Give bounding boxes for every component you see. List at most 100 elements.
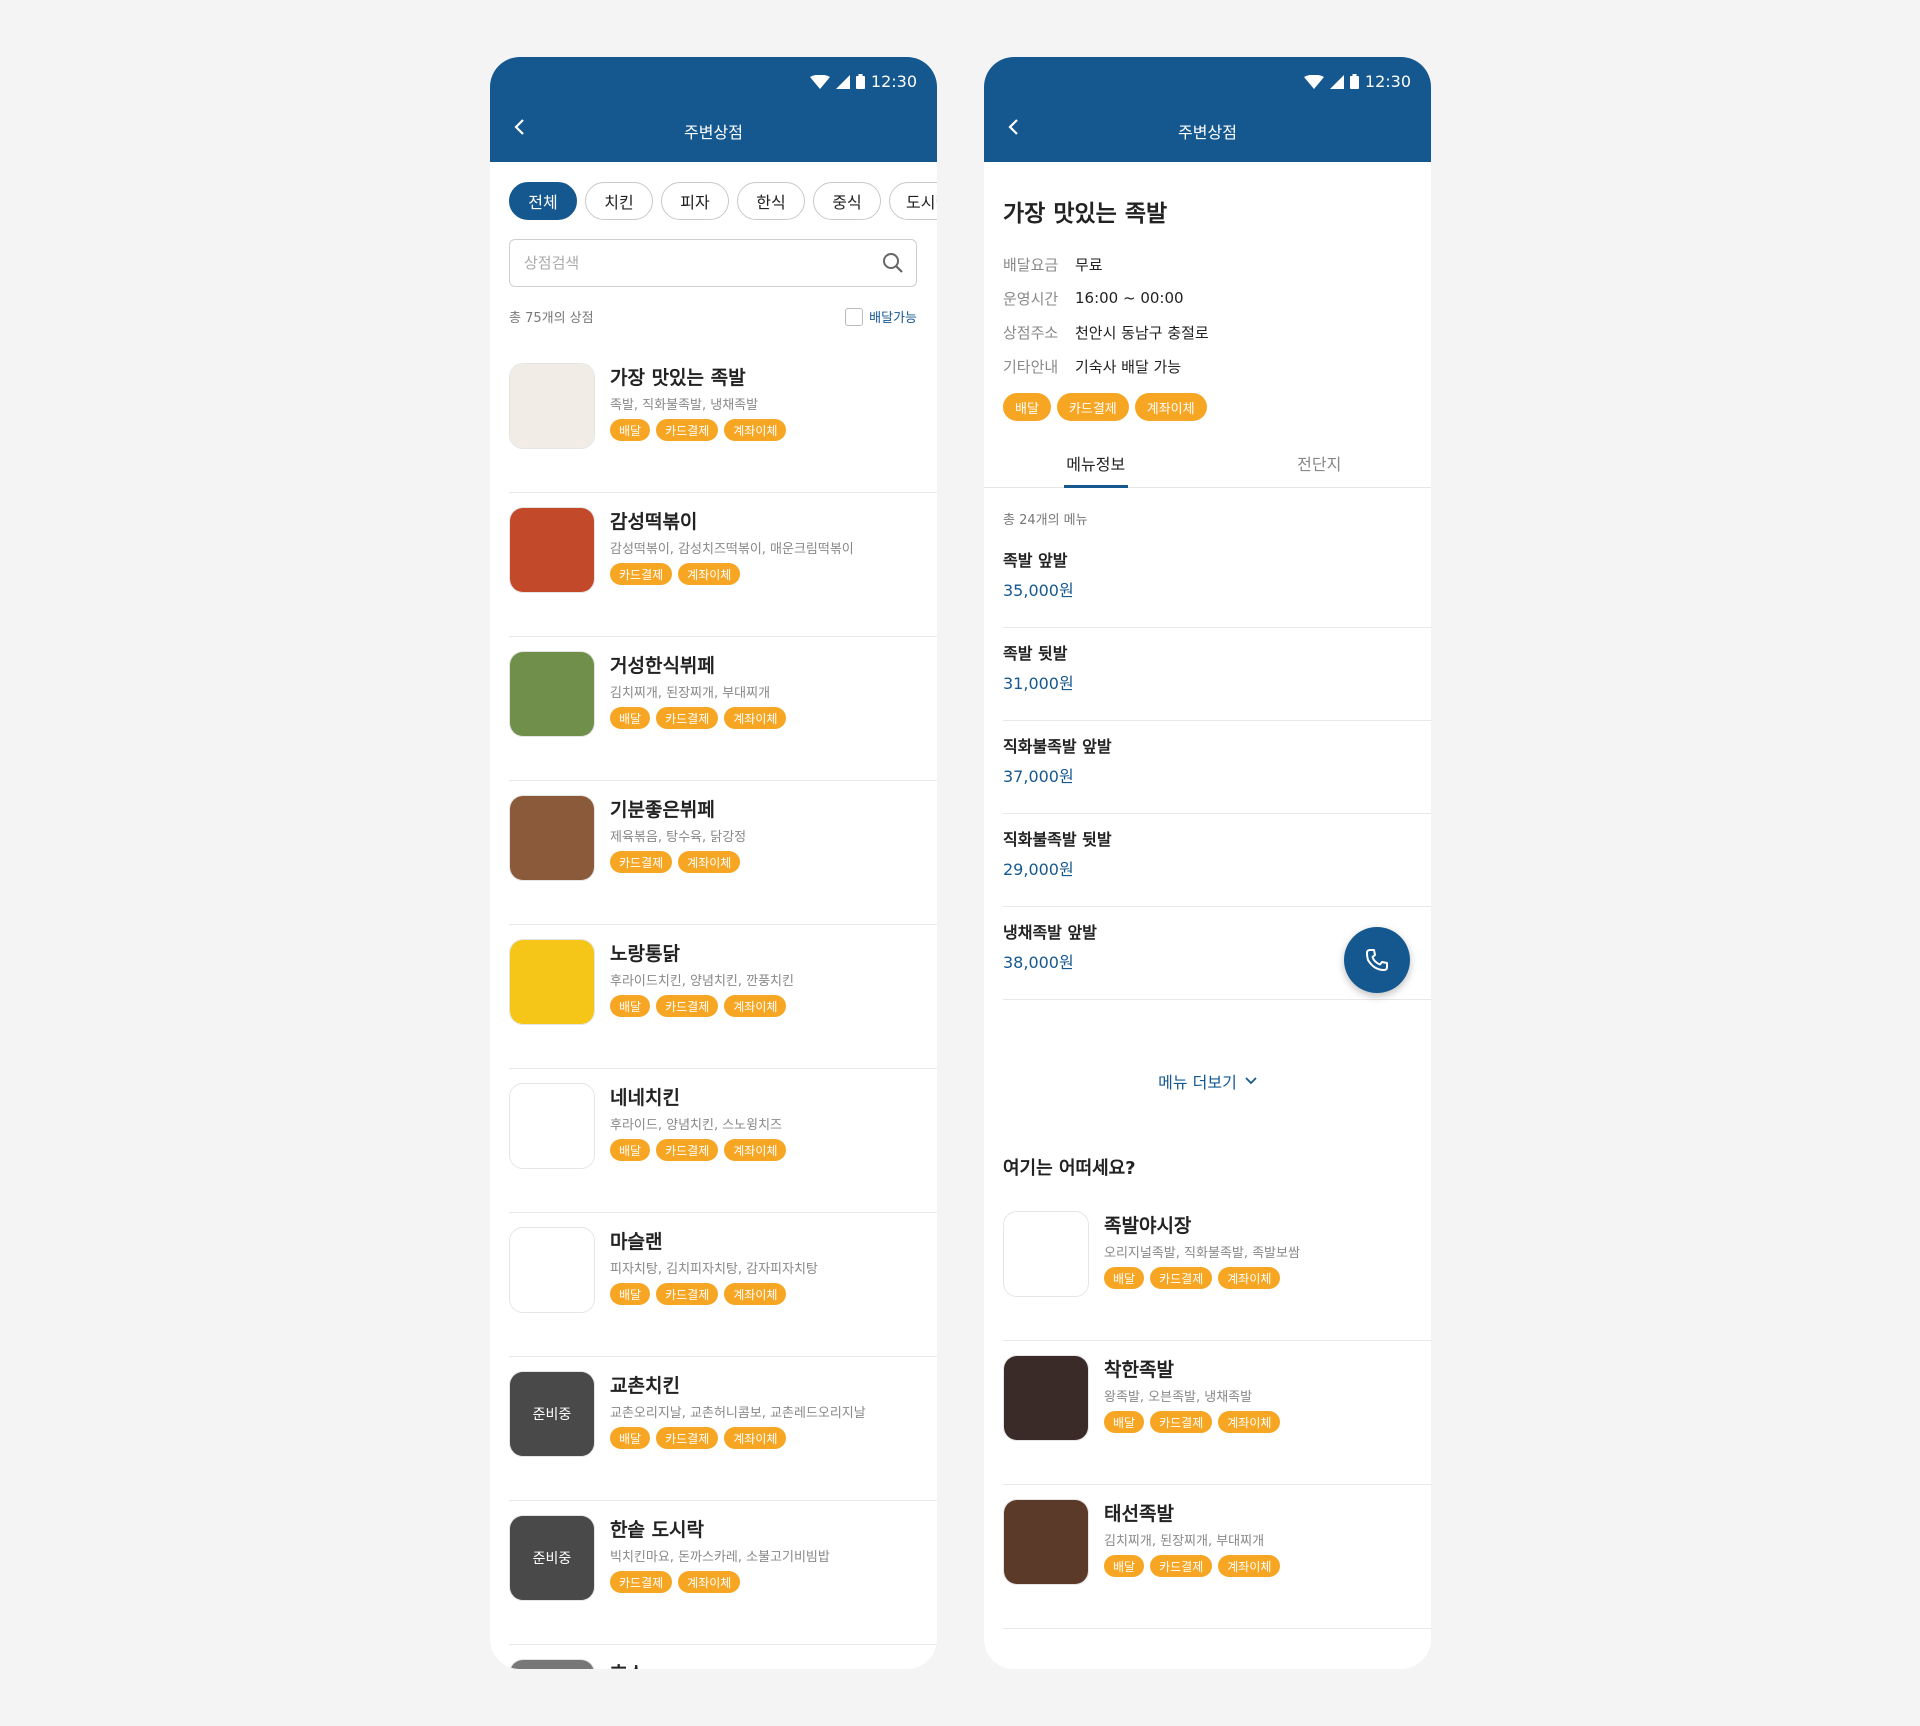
store-item[interactable]: 준비중 한솥 도시락 빅치킨마요, 돈까스카레, 소불고기비빔밥 카드결제 계좌이체: [509, 1501, 937, 1645]
category-chip[interactable]: 도시락: [889, 182, 937, 220]
menu-more-button[interactable]: 메뉴 더보기: [984, 1069, 1431, 1093]
recommend-list: 족발야시장 오리지널족발, 직화불족발, 족발보쌈 배달 카드결제 계좌이체 착한족발 왕족…: [1003, 1197, 1431, 1629]
app-bar: 12:30 주변상점: [490, 57, 937, 162]
menu-name: 직화불족발 앞발: [1003, 737, 1112, 756]
menu-item[interactable]: 족발 앞발 35,000원: [1003, 535, 1431, 628]
tag-badge: 카드결제: [610, 851, 673, 873]
thumbnail-image: [510, 796, 594, 880]
store-item[interactable]: 호스: [509, 1645, 937, 1669]
category-chip[interactable]: 전체: [509, 182, 577, 220]
store-menu-summary: 피자치탕, 김치피자치탕, 감자피자치탕: [610, 1262, 818, 1277]
store-item[interactable]: 태선족발 김치찌개, 된장찌개, 부대찌개 배달 카드결제 계좌이체: [1003, 1485, 1431, 1629]
thumbnail-image: [510, 1084, 594, 1168]
store-name: 기분좋은뷔페: [610, 799, 715, 821]
store-count: 총 75개의 상점: [509, 311, 594, 326]
tab-flyer[interactable]: 전단지: [1208, 439, 1432, 487]
category-chip[interactable]: 한식: [737, 182, 805, 220]
page-title: 주변상점: [1178, 123, 1237, 142]
menu-price: 37,000원: [1003, 767, 1074, 786]
store-name: 교촌치킨: [610, 1375, 680, 1397]
store-thumbnail: [509, 651, 595, 737]
store-tags: 배달 카드결제 계좌이체: [610, 1427, 787, 1449]
store-item[interactable]: 착한족발 왕족발, 오븐족발, 냉채족발 배달 카드결제 계좌이체: [1003, 1341, 1431, 1485]
store-name: 태선족발: [1104, 1503, 1174, 1525]
store-item[interactable]: 노랑통닭 후라이드치킨, 양념치킨, 깐풍치킨 배달 카드결제 계좌이체: [509, 925, 937, 1069]
call-button[interactable]: [1344, 927, 1410, 993]
tag-badge: 계좌이체: [724, 707, 787, 729]
store-tags: 배달 카드결제 계좌이체: [1104, 1267, 1281, 1289]
store-name: 한솥 도시락: [610, 1519, 705, 1541]
store-name: 족발야시장: [1104, 1215, 1192, 1237]
store-name: 가장 맛있는 족발: [1003, 201, 1168, 227]
store-name: 착한족발: [1104, 1359, 1174, 1381]
delivery-filter-checkbox[interactable]: 배달가능: [845, 307, 917, 326]
menu-item[interactable]: 직화불족발 뒷발 29,000원: [1003, 814, 1431, 907]
list-summary: 총 75개의 상점 배달가능: [509, 307, 917, 326]
store-menu-summary: 후라이드치킨, 양념치킨, 깐풍치킨: [610, 974, 794, 989]
search-icon[interactable]: [882, 252, 904, 274]
store-tags: 배달 카드결제 계좌이체: [1104, 1411, 1281, 1433]
store-item[interactable]: 가장 맛있는 족발 족발, 직화불족발, 냉채족발 배달 카드결제 계좌이체: [509, 349, 937, 493]
info-value: 무료: [1075, 255, 1103, 274]
store-info: 배달요금 무료 운영시간 16:00 ~ 00:00 상점주소 천안시 동남구 충절로 기타…: [1003, 247, 1209, 383]
tag-badge: 배달: [610, 1283, 651, 1305]
info-row: 상점주소 천안시 동남구 충절로: [1003, 315, 1209, 349]
menu-item[interactable]: 직화불족발 앞발 37,000원: [1003, 721, 1431, 814]
category-chip[interactable]: 치킨: [585, 182, 653, 220]
store-thumbnail: [1003, 1355, 1089, 1441]
delivery-filter-label: 배달가능: [869, 311, 917, 326]
store-menu-summary: 감성떡볶이, 감성치즈떡볶이, 매운크림떡볶이: [610, 542, 854, 557]
battery-icon: [1349, 74, 1359, 89]
menu-count: 총 24개의 메뉴: [1003, 513, 1088, 528]
menu-price: 38,000원: [1003, 953, 1074, 972]
store-item[interactable]: 마슬랜 피자치탕, 김치피자치탕, 감자피자치탕 배달 카드결제 계좌이체: [509, 1213, 937, 1357]
status-bar: 12:30: [809, 72, 917, 91]
store-item[interactable]: 기분좋은뷔페 제육볶음, 탕수육, 닭강정 카드결제 계좌이체: [509, 781, 937, 925]
tab-menu-info[interactable]: 메뉴정보: [984, 439, 1208, 488]
store-item[interactable]: 족발야시장오리지널족발, 직화불족발, 족발보쌈배달 카드결제 계좌이체: [1003, 1197, 1431, 1341]
preparing-overlay: 준비중: [510, 1372, 594, 1456]
search-input[interactable]: [510, 240, 850, 286]
tag-badge: 카드결제: [656, 1139, 719, 1161]
store-menu-summary: 오리지널족발, 직화불족발, 족발보쌈: [1104, 1246, 1300, 1261]
status-time: 12:30: [1364, 72, 1411, 91]
thumbnail-image: [1004, 1356, 1088, 1440]
store-menu-summary: 족발, 직화불족발, 냉채족발: [610, 398, 759, 413]
store-name: 마슬랜: [610, 1231, 663, 1253]
store-item[interactable]: 감성떡볶이 감성떡볶이, 감성치즈떡볶이, 매운크림떡볶이 카드결제 계좌이체: [509, 493, 937, 637]
store-item[interactable]: 거성한식뷔페 김치찌개, 된장찌개, 부대찌개 배달 카드결제 계좌이체: [509, 637, 937, 781]
tag-badge: 카드결제: [610, 563, 673, 585]
store-menu-summary: 제육볶음, 탕수육, 닭강정: [610, 830, 747, 845]
info-label: 상점주소: [1003, 323, 1059, 342]
store-tags: 배달 카드결제 계좌이체: [610, 995, 787, 1017]
menu-name: 족발 앞발: [1003, 551, 1068, 570]
tag-badge: 배달: [610, 995, 651, 1017]
category-chip[interactable]: 피자: [661, 182, 729, 220]
store-menu-summary: 빅치킨마요, 돈까스카레, 소불고기비빔밥: [610, 1550, 830, 1565]
store-detail-screen: 12:30 주변상점 가장 맛있는 족발 배달요금 무료 운영시간 16:00 ~ 0…: [984, 57, 1431, 1669]
cell-signal-icon: [1329, 74, 1344, 89]
tag-badge: 카드결제: [656, 707, 719, 729]
wifi-icon: [1303, 74, 1324, 89]
menu-price: 35,000원: [1003, 581, 1074, 600]
tag-badge: 카드결제: [1056, 393, 1129, 421]
tag-badge: 계좌이체: [724, 995, 787, 1017]
checkbox-box[interactable]: [845, 307, 864, 326]
store-name: 호스: [610, 1659, 645, 1669]
tag-badge: 카드결제: [1150, 1411, 1213, 1433]
store-list: 가장 맛있는 족발 족발, 직화불족발, 냉채족발 배달 카드결제 계좌이체 감성떡볶이 감…: [509, 349, 937, 1669]
search-box: [509, 239, 917, 287]
category-chip[interactable]: 중식: [813, 182, 881, 220]
info-label: 기타안내: [1003, 357, 1059, 376]
store-tags: 배달 카드결제 계좌이체: [1003, 393, 1207, 421]
tag-badge: 계좌이체: [1218, 1411, 1281, 1433]
store-item[interactable]: 네네치킨 후라이드, 양념치킨, 스노윙치즈 배달 카드결제 계좌이체: [509, 1069, 937, 1213]
store-name: 거성한식뷔페: [610, 655, 715, 677]
menu-name: 족발 뒷발: [1003, 644, 1068, 663]
menu-item[interactable]: 족발 뒷발 31,000원: [1003, 628, 1431, 721]
menu-name: 냉채족발 앞발: [1003, 923, 1097, 942]
info-row: 기타안내 기숙사 배달 가능: [1003, 349, 1209, 383]
store-thumbnail: [509, 1659, 595, 1669]
store-thumbnail: 준비중: [509, 1515, 595, 1601]
store-item[interactable]: 준비중 교촌치킨 교촌오리지날, 교촌허니콤보, 교촌레드오리지날 배달 카드결제 계좌이…: [509, 1357, 937, 1501]
